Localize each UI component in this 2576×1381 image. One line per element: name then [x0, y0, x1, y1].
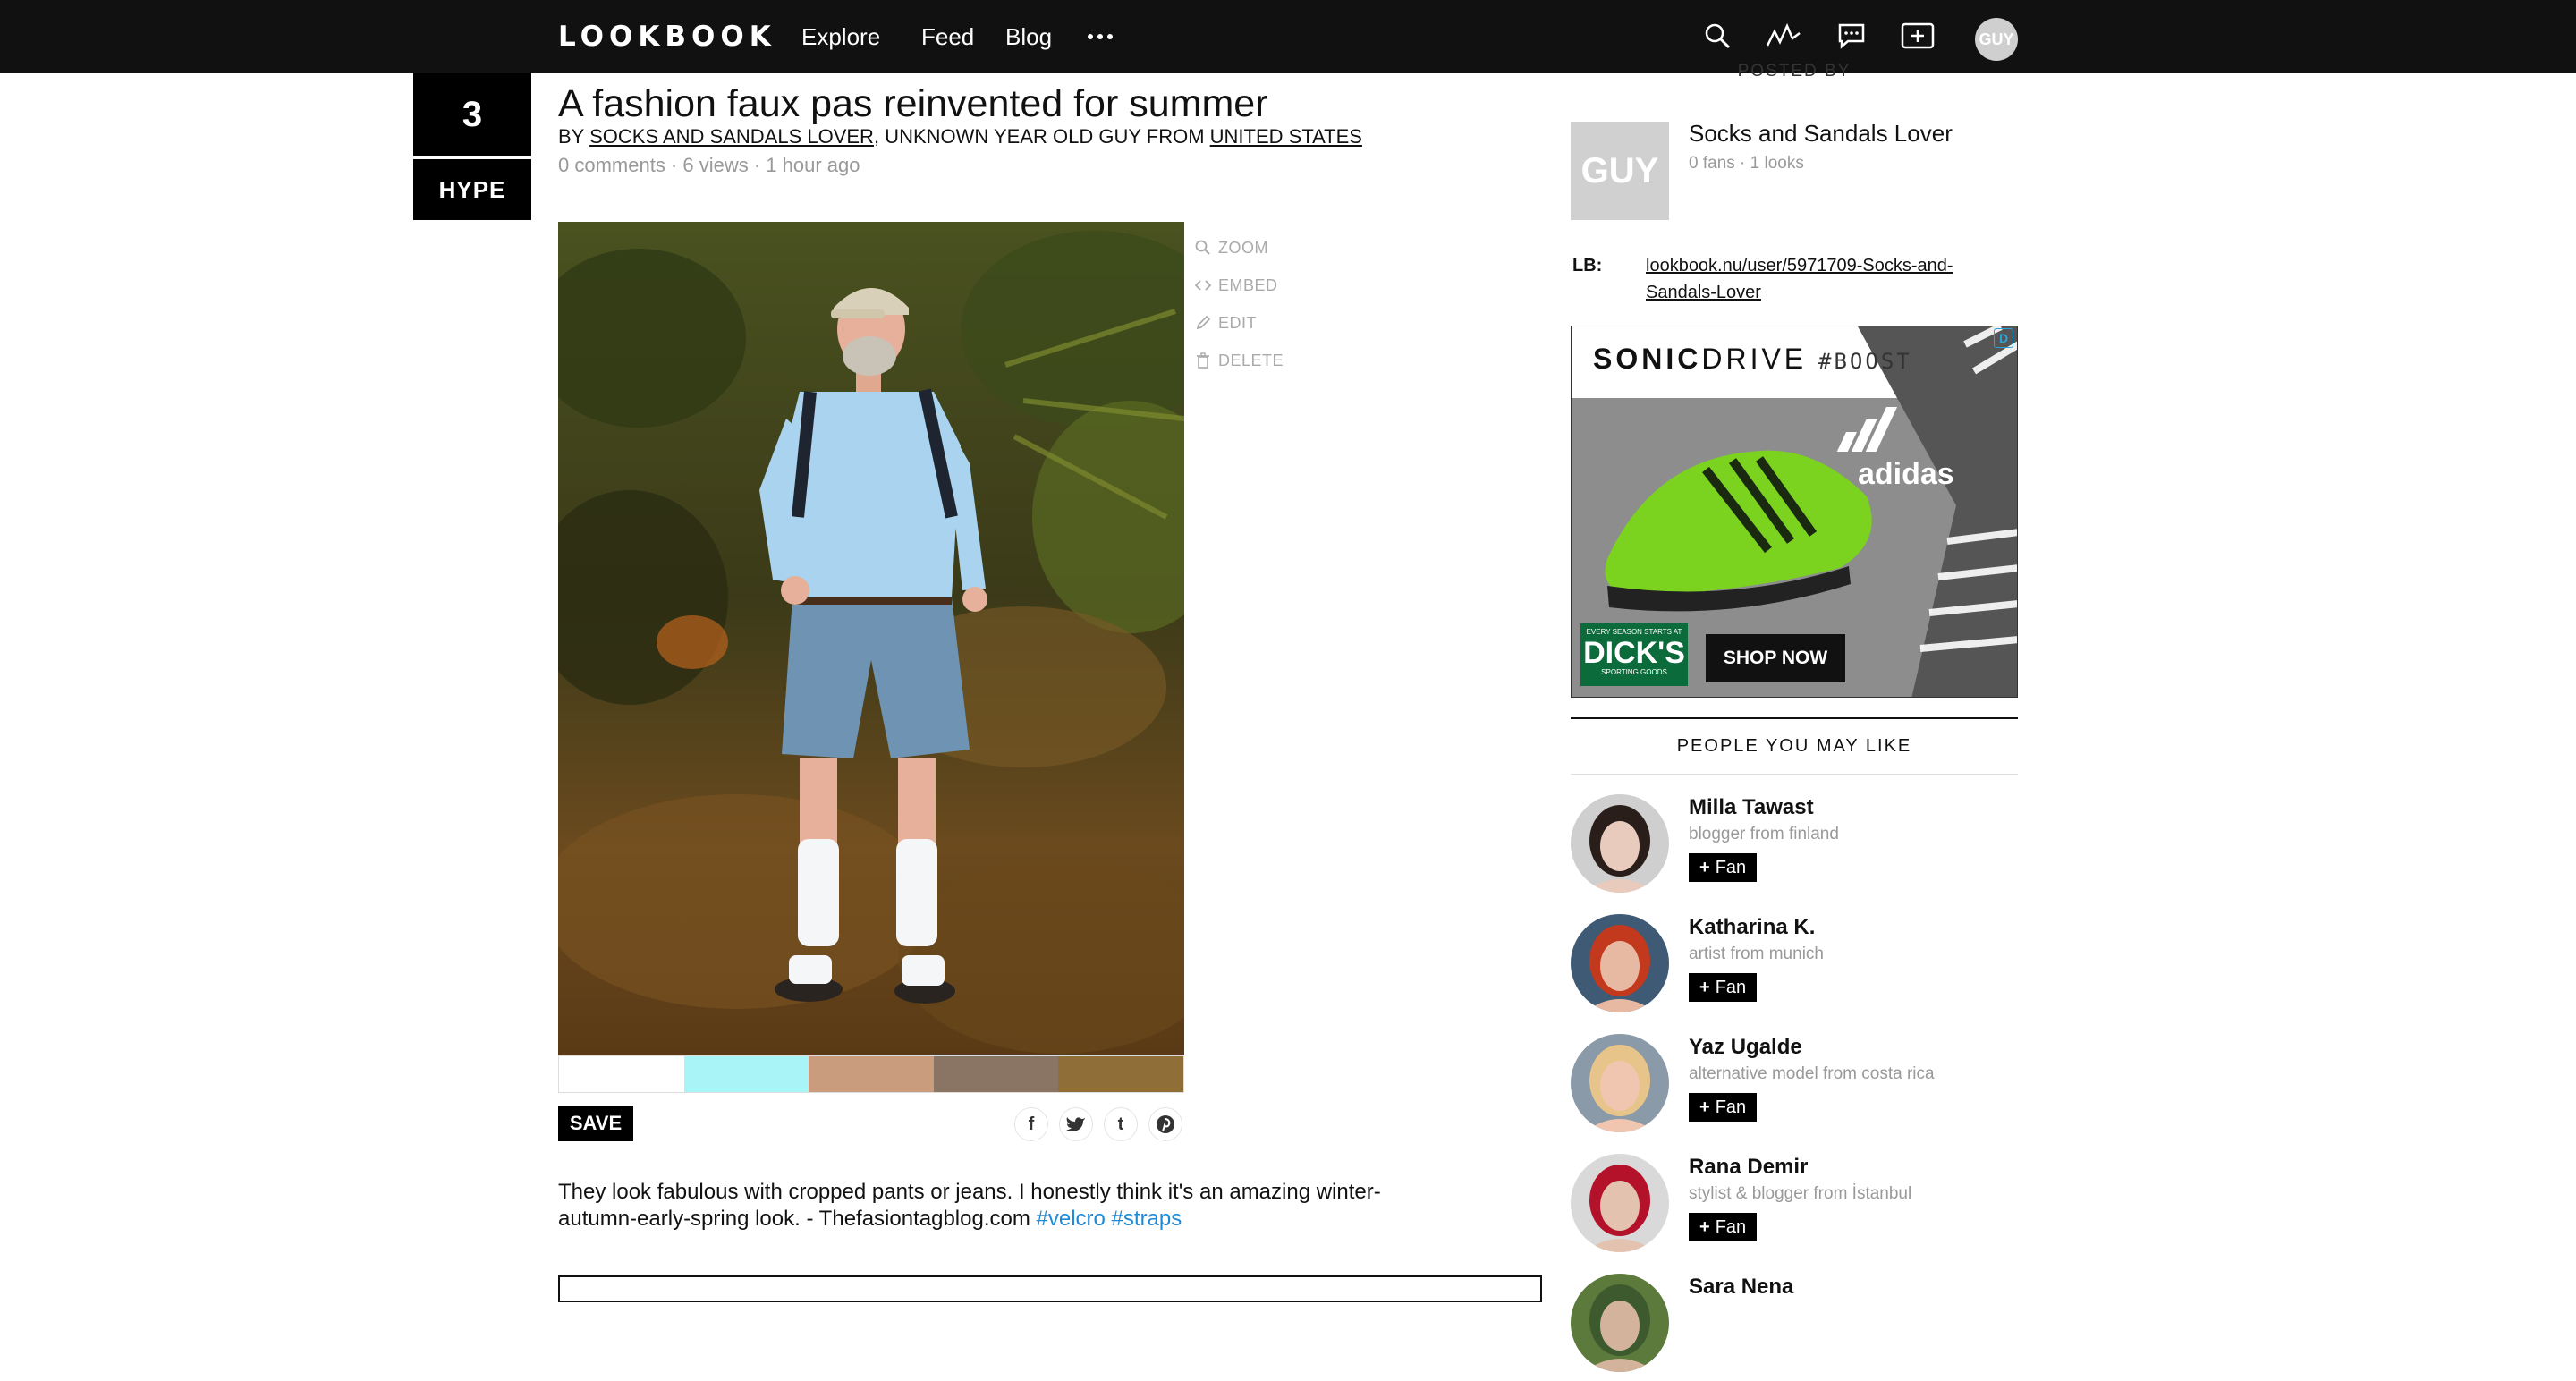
post-byline: BY SOCKS AND SANDALS LOVER, UNKNOWN YEAR… [558, 123, 1362, 150]
person-avatar[interactable] [1571, 1274, 1669, 1372]
zoom-icon [1195, 240, 1210, 255]
save-button[interactable]: SAVE [558, 1106, 633, 1141]
person-avatar[interactable] [1571, 914, 1669, 1012]
fan-label: Fan [1715, 1097, 1747, 1117]
photo-actions: ZOOM EMBED EDIT DELETE [1195, 229, 1284, 379]
person-name[interactable]: Rana Demir [1689, 1154, 1808, 1181]
people-you-may-like-heading: PEOPLE YOU MAY LIKE [1571, 717, 2018, 775]
person-name[interactable]: Katharina K. [1689, 914, 1815, 941]
edit-action[interactable]: EDIT [1195, 304, 1284, 342]
ad-title-bold: SONIC [1593, 343, 1702, 375]
person-description: artist from munich [1689, 945, 1824, 963]
ad-brand: adidas [1858, 457, 1954, 491]
profile-link[interactable]: lookbook.nu/user/5971709-Socks-and-Sanda… [1646, 252, 1986, 306]
suggested-person: Sara Nena [1571, 1274, 2018, 1381]
look-photo[interactable] [558, 222, 1184, 1055]
person-avatar[interactable] [1571, 1034, 1669, 1132]
ellipsis-icon[interactable] [1088, 20, 1113, 54]
messages-icon[interactable] [1834, 18, 1869, 54]
tag-link[interactable]: #velcro [1037, 1207, 1106, 1231]
ad-headline: SONICDRIVE #BOOST [1593, 343, 1912, 376]
color-swatch[interactable] [809, 1056, 934, 1092]
person-avatar[interactable] [1571, 1154, 1669, 1252]
zoom-label: ZOOM [1218, 238, 1268, 257]
fan-button[interactable]: + Fan [1689, 973, 1758, 1002]
twitter-icon[interactable] [1059, 1107, 1093, 1141]
shop-now-button[interactable]: SHOP NOW [1706, 634, 1845, 682]
suggested-person: Milla Tawast blogger from finland + Fan [1571, 794, 2018, 902]
sponsored-ad[interactable]: SONICDRIVE #BOOST D adidas EVERY SEASON … [1571, 326, 2018, 698]
description-text: They look fabulous with cropped pants or… [558, 1180, 1381, 1231]
person-name[interactable]: Milla Tawast [1689, 794, 1814, 821]
person-name[interactable]: Yaz Ugalde [1689, 1034, 1802, 1061]
fan-button[interactable]: + Fan [1689, 1213, 1758, 1241]
lookbook-logo[interactable]: LOOKBOOK [558, 20, 776, 54]
suggested-person: Rana Demir stylist & blogger from İstanbu… [1571, 1154, 2018, 1261]
plus-icon: + [1699, 857, 1710, 877]
post-meta: 0 comments · 6 views · 1 hour ago [558, 154, 860, 176]
nav-blog[interactable]: Blog [1005, 20, 1052, 54]
person-name[interactable]: Sara Nena [1689, 1274, 1793, 1301]
delete-label: DELETE [1218, 351, 1284, 369]
post-description: They look fabulous with cropped pants or… [558, 1179, 1399, 1233]
embed-action[interactable]: EMBED [1195, 267, 1284, 304]
nav-feed[interactable]: Feed [921, 20, 974, 54]
hype-count: 3 [413, 73, 531, 156]
plus-icon: + [1699, 1216, 1710, 1237]
pinterest-icon[interactable] [1148, 1107, 1182, 1141]
person-avatar[interactable] [1571, 794, 1669, 893]
pencil-icon [1196, 315, 1211, 330]
color-swatch[interactable] [559, 1056, 684, 1092]
suggested-person: Katharina K. artist from munich + Fan [1571, 914, 2018, 1021]
lb-label: LB: [1572, 256, 1603, 275]
top-navigation-bar: LOOKBOOK Explore Feed Blog GUY [0, 0, 2576, 73]
user-avatar[interactable]: GUY [1975, 18, 2018, 61]
zoom-action[interactable]: ZOOM [1195, 229, 1284, 267]
fan-label: Fan [1715, 977, 1747, 997]
ad-hashtag: #BOOST [1818, 349, 1912, 374]
delete-action[interactable]: DELETE [1195, 342, 1284, 379]
post-title: A fashion faux pas reinvented for summer [558, 82, 1268, 125]
plus-icon: + [1699, 977, 1710, 997]
fan-button[interactable]: + Fan [1689, 1093, 1758, 1122]
tag-link[interactable]: #straps [1112, 1207, 1182, 1231]
fan-label: Fan [1715, 857, 1747, 877]
search-icon[interactable] [1699, 18, 1735, 54]
embed-label: EMBED [1218, 275, 1278, 294]
comment-box[interactable] [558, 1275, 1542, 1302]
embed-icon [1195, 280, 1211, 291]
person-description: blogger from finland [1689, 825, 1839, 843]
color-swatch[interactable] [683, 1056, 809, 1092]
person-description: stylist & blogger from İstanbul [1689, 1184, 1912, 1203]
nav-explore[interactable]: Explore [801, 20, 880, 54]
ad-title-rest: DRIVE [1701, 343, 1819, 375]
fan-button[interactable]: + Fan [1689, 853, 1758, 882]
color-swatch[interactable] [933, 1056, 1059, 1092]
author-name[interactable]: Socks and Sandals Lover [1689, 118, 1953, 148]
tumblr-icon[interactable]: t [1104, 1107, 1138, 1141]
add-post-icon[interactable] [1900, 18, 1936, 54]
byline-middle: , UNKNOWN YEAR OLD GUY FROM [873, 125, 1210, 148]
byline-prefix: BY [558, 125, 590, 148]
look-photo-illustration [558, 222, 1184, 1055]
posted-by-heading: POSTED BY [1737, 62, 1852, 80]
author-stats: 0 fans · 1 looks [1689, 154, 1804, 173]
person-description: alternative model from costa rica [1689, 1064, 1935, 1083]
suggested-person: Yaz Ugalde alternative model from costa r… [1571, 1034, 2018, 1141]
fan-label: Fan [1715, 1216, 1747, 1237]
author-link[interactable]: SOCKS AND SANDALS LOVER [589, 125, 874, 148]
hype-button[interactable]: HYPE [413, 159, 531, 220]
activity-icon[interactable] [1766, 18, 1801, 54]
country-link[interactable]: UNITED STATES [1210, 125, 1362, 148]
edit-label: EDIT [1218, 313, 1258, 332]
ad-retailer-name: DICK'S [1583, 636, 1685, 670]
ad-choices-icon[interactable]: D [1994, 328, 2013, 348]
trash-icon [1197, 352, 1209, 369]
color-swatches [558, 1055, 1184, 1093]
facebook-icon[interactable]: f [1014, 1107, 1048, 1141]
plus-icon: + [1699, 1097, 1710, 1117]
author-avatar[interactable]: GUY [1571, 122, 1669, 220]
color-swatch[interactable] [1058, 1056, 1183, 1092]
ad-retailer-logo: EVERY SEASON STARTS AT DICK'S SPORTING G… [1580, 623, 1688, 686]
